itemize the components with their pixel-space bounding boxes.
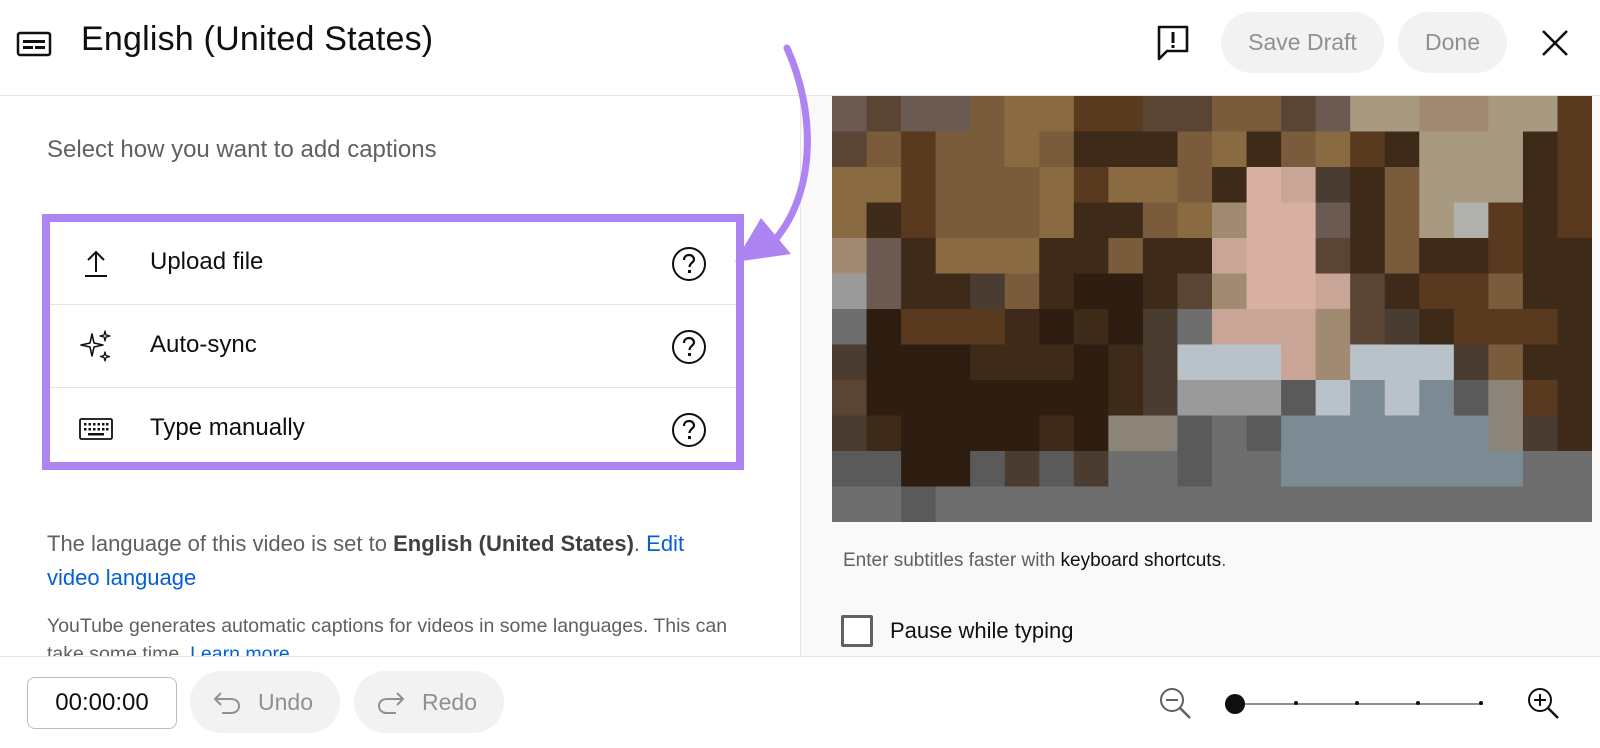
- auto-captions-note: YouTube generates automatic captions for…: [47, 612, 747, 656]
- zoom-out-icon[interactable]: [1157, 685, 1193, 721]
- zoom-slider[interactable]: [1225, 689, 1487, 719]
- save-draft-button[interactable]: Save Draft: [1221, 12, 1384, 73]
- auto-captions-text: YouTube generates automatic captions for…: [47, 615, 728, 656]
- language-note: The language of this video is set to Eng…: [47, 527, 727, 595]
- video-language: English (United States): [393, 531, 634, 556]
- option-type-manually[interactable]: Type manually: [50, 388, 736, 471]
- zoom-in-icon[interactable]: [1525, 685, 1561, 721]
- option-upload-file[interactable]: Upload file: [50, 222, 736, 305]
- close-icon[interactable]: [1539, 27, 1571, 59]
- timecode-input[interactable]: 00:00:00: [27, 677, 177, 729]
- shortcut-hint: Enter subtitles faster with keyboard sho…: [843, 550, 1226, 572]
- redo-label: Redo: [422, 688, 477, 715]
- redo-button[interactable]: Redo: [354, 671, 504, 733]
- shortcut-hint-prefix: Enter subtitles faster with: [843, 550, 1061, 571]
- zoom-slider-tick: [1479, 701, 1483, 705]
- pause-while-typing-label[interactable]: Pause while typing: [890, 618, 1073, 644]
- option-label: Type manually: [150, 414, 305, 441]
- video-thumbnail: [832, 96, 1592, 522]
- help-icon[interactable]: [671, 246, 707, 282]
- help-icon[interactable]: [671, 329, 707, 365]
- option-auto-sync[interactable]: Auto-sync: [50, 305, 736, 388]
- subtitles-icon: [16, 31, 52, 57]
- editor-header: English (United States) Save Draft Done: [0, 0, 1600, 96]
- learn-more-link[interactable]: Learn more: [190, 643, 290, 656]
- caption-method-pane: Select how you want to add captions Uplo…: [0, 96, 800, 656]
- zoom-slider-track: [1235, 703, 1483, 705]
- language-note-separator: .: [633, 531, 647, 556]
- undo-button[interactable]: Undo: [190, 671, 340, 733]
- upload-icon: [85, 250, 107, 277]
- help-icon[interactable]: [671, 412, 707, 448]
- redo-icon: [377, 692, 405, 714]
- preview-pane: Enter subtitles faster with keyboard sho…: [800, 96, 1600, 656]
- zoom-slider-thumb[interactable]: [1225, 694, 1245, 714]
- keyboard-icon: [79, 418, 113, 440]
- editor-footer: 00:00:00 Undo Redo: [0, 656, 1600, 748]
- language-note-prefix: The language of this video is set to: [47, 531, 394, 556]
- zoom-slider-tick: [1416, 701, 1420, 705]
- undo-icon: [213, 692, 241, 714]
- undo-label: Undo: [258, 688, 313, 715]
- zoom-slider-tick: [1355, 701, 1359, 705]
- option-label: Auto-sync: [150, 331, 257, 358]
- feedback-icon[interactable]: [1155, 24, 1191, 62]
- caption-options-list: Upload file Auto-sync Type manually: [42, 214, 744, 470]
- video-preview[interactable]: [832, 96, 1592, 522]
- done-button[interactable]: Done: [1398, 12, 1507, 73]
- page-title: English (United States): [81, 20, 434, 58]
- option-label: Upload file: [150, 248, 264, 275]
- section-heading: Select how you want to add captions: [47, 136, 437, 163]
- sparkle-icon: [80, 330, 111, 362]
- zoom-slider-tick: [1294, 701, 1298, 705]
- shortcut-hint-suffix: .: [1221, 550, 1227, 571]
- pause-while-typing-checkbox[interactable]: [841, 615, 873, 647]
- keyboard-shortcuts-link[interactable]: keyboard shortcuts: [1061, 550, 1222, 571]
